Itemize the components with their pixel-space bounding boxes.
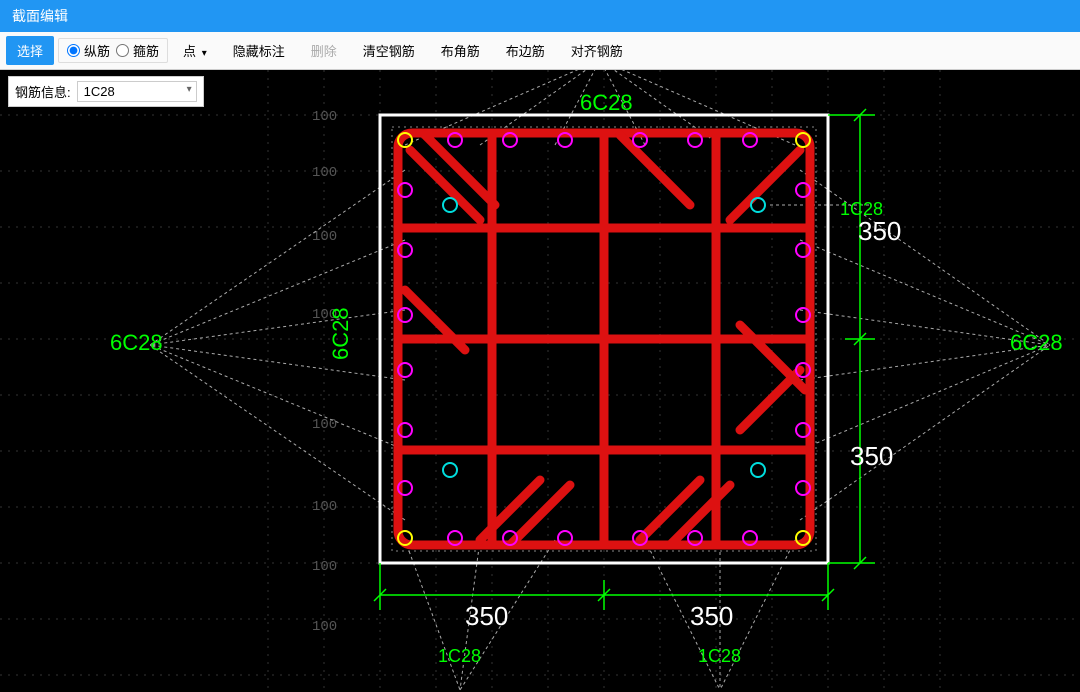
- rebar-type-radio-group: 纵筋 箍筋: [58, 38, 168, 63]
- svg-text:1C28: 1C28: [840, 199, 883, 219]
- radio-longitudinal[interactable]: 纵筋: [67, 41, 110, 60]
- svg-text:100: 100: [312, 417, 337, 433]
- select-button[interactable]: 选择: [6, 36, 54, 65]
- radio-stirrup-label: 箍筋: [133, 41, 159, 60]
- svg-text:350: 350: [850, 441, 893, 471]
- point-menu-button[interactable]: 点 ▾: [172, 36, 218, 65]
- rebar-callouts: 6C28 6C28 6C28 6C28 1C28 1C28 1C28: [110, 90, 1063, 666]
- svg-text:1C28: 1C28: [698, 646, 741, 666]
- svg-text:6C28: 6C28: [580, 90, 633, 115]
- rebar-info-label: 钢筋信息:: [15, 82, 71, 101]
- svg-text:350: 350: [858, 216, 901, 246]
- section-svg: 100 100 100 100 100 100 100 100: [0, 70, 1080, 692]
- svg-text:100: 100: [312, 559, 337, 575]
- rebar-info-panel: 钢筋信息: 1C28: [8, 76, 204, 107]
- delete-button[interactable]: 删除: [300, 36, 348, 65]
- svg-text:6C28: 6C28: [1010, 330, 1063, 355]
- svg-text:6C28: 6C28: [110, 330, 163, 355]
- dimension-texts: 350 350 350 350: [465, 216, 901, 631]
- titlebar: 截面编辑: [0, 0, 1080, 32]
- svg-text:6C28: 6C28: [328, 307, 353, 360]
- rebar-info-select[interactable]: 1C28: [77, 81, 197, 102]
- stirrup: [398, 133, 810, 545]
- svg-text:100: 100: [312, 619, 337, 635]
- background-grid: [0, 70, 1080, 692]
- corner-rebar-button[interactable]: 布角筋: [430, 36, 491, 65]
- svg-text:350: 350: [465, 601, 508, 631]
- chevron-down-icon: ▾: [202, 48, 207, 59]
- toolbar: 选择 纵筋 箍筋 点 ▾ 隐藏标注 删除 清空钢筋 布角筋 布边筋 对齐钢筋: [0, 32, 1080, 70]
- radio-longitudinal-input[interactable]: [67, 44, 80, 57]
- svg-text:100: 100: [312, 499, 337, 515]
- section-canvas[interactable]: 100 100 100 100 100 100 100 100: [0, 70, 1080, 692]
- svg-text:100: 100: [312, 109, 337, 125]
- radio-stirrup-input[interactable]: [116, 44, 129, 57]
- svg-text:1C28: 1C28: [438, 646, 481, 666]
- svg-text:100: 100: [312, 165, 337, 181]
- radio-stirrup[interactable]: 箍筋: [116, 41, 159, 60]
- hide-annotation-button[interactable]: 隐藏标注: [222, 36, 296, 65]
- clear-rebar-button[interactable]: 清空钢筋: [352, 36, 426, 65]
- svg-text:350: 350: [690, 601, 733, 631]
- point-menu-label: 点: [183, 44, 196, 59]
- window-title: 截面编辑: [12, 8, 68, 24]
- align-rebar-button[interactable]: 对齐钢筋: [560, 36, 634, 65]
- radio-longitudinal-label: 纵筋: [84, 41, 110, 60]
- edge-rebar-button[interactable]: 布边筋: [495, 36, 556, 65]
- grid-spacing-labels: 100 100 100 100 100 100 100 100: [312, 109, 337, 635]
